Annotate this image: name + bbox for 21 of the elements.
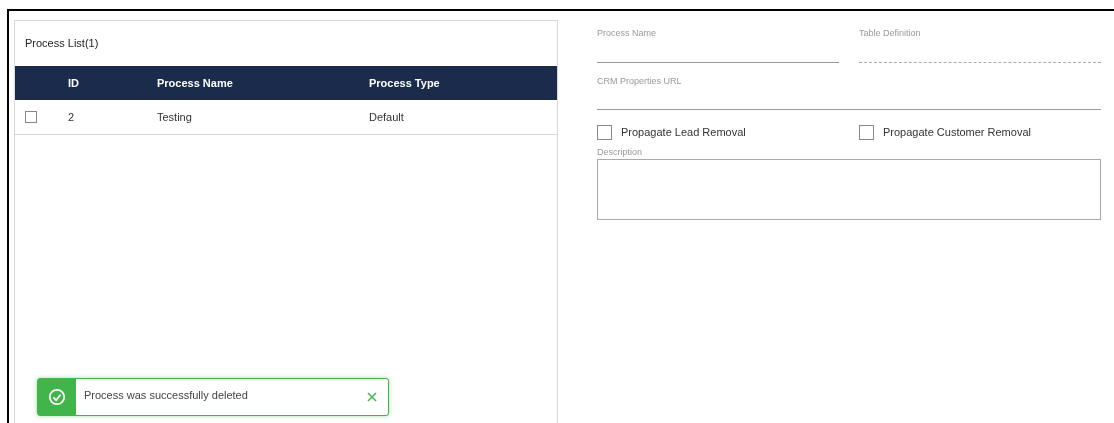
field-label: Description xyxy=(597,145,644,158)
field-label: CRM Properties URL xyxy=(597,75,683,88)
column-header[interactable]: Process Type xyxy=(369,74,440,92)
description-field[interactable] xyxy=(597,158,1101,220)
column-header[interactable]: Process Name xyxy=(157,74,233,92)
checkbox[interactable] xyxy=(859,124,874,140)
check-circle-icon xyxy=(48,388,66,406)
checkbox-label[interactable]: Propagate Lead Removal xyxy=(621,124,746,141)
row-checkbox[interactable] xyxy=(25,111,37,123)
checkbox[interactable] xyxy=(597,124,612,140)
column-header[interactable]: ID xyxy=(68,74,79,92)
table-cell-text: Testing xyxy=(157,109,192,125)
table-row[interactable]: 2 Testing Default xyxy=(15,100,557,135)
close-icon xyxy=(367,392,377,402)
field-label: Process Name xyxy=(597,27,658,40)
toast-message: Process was successfully deleted xyxy=(84,388,249,403)
table-cell-text: 2 xyxy=(68,109,75,125)
panel-title: Process List(1) xyxy=(25,36,99,52)
field-label: Table Definition xyxy=(859,27,922,40)
checkbox-label[interactable]: Propagate Customer Removal xyxy=(883,124,1031,141)
table-cell-text: Default xyxy=(369,109,404,125)
